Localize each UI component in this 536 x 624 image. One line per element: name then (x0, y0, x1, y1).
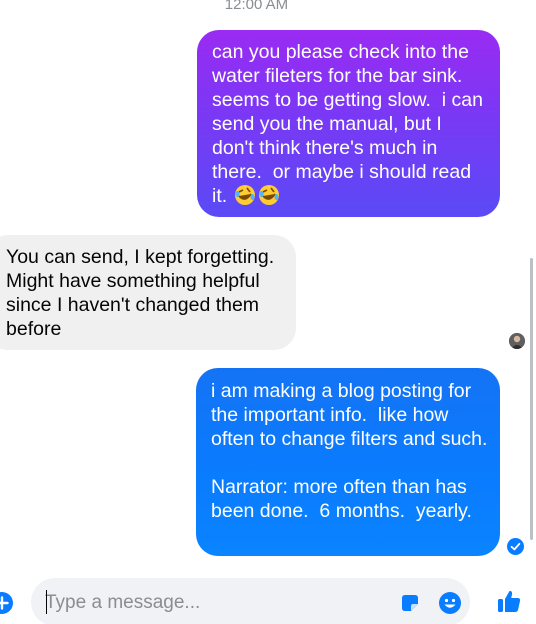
message-composer (31, 578, 470, 624)
rolling-on-floor-laughing-emoji-icon (234, 185, 255, 205)
sticker-icon[interactable] (399, 592, 421, 614)
messenger-chat-window: 12:00 AM can you please check into the w… (0, 0, 536, 624)
outgoing-message-bubble[interactable]: i am making a blog posting for the impor… (196, 368, 500, 556)
text-caret (46, 590, 47, 614)
message-text: i am making a blog posting for the impor… (211, 380, 488, 522)
user-avatar-icon (509, 333, 525, 349)
message-input[interactable] (45, 590, 385, 616)
message-text: can you please check into the water file… (212, 41, 489, 207)
incoming-message-bubble[interactable]: You can send, I kept forgetting. Might h… (0, 235, 296, 350)
rolling-on-floor-laughing-emoji-icon (258, 185, 279, 205)
message-timestamp: 12:00 AM (224, 0, 289, 13)
outgoing-message-bubble[interactable]: can you please check into the water file… (197, 30, 500, 217)
scrollbar[interactable] (530, 258, 533, 540)
seen-by-avatar (509, 333, 525, 349)
plus-circle-icon[interactable] (0, 592, 13, 614)
thumbs-up-icon[interactable] (496, 588, 522, 614)
check-circle-icon (507, 538, 524, 555)
message-text: You can send, I kept forgetting. Might h… (6, 246, 280, 340)
smiley-icon[interactable] (438, 591, 462, 615)
